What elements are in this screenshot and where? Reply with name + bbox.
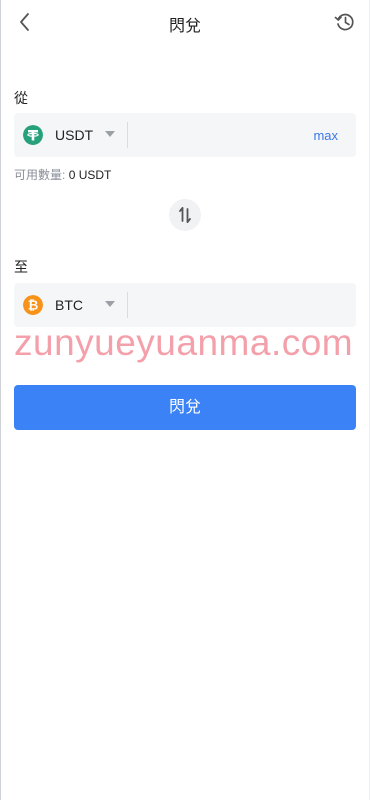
swap-direction-button[interactable] [169,199,201,231]
from-amount-input[interactable] [132,119,306,153]
header: 閃兌 [0,0,370,44]
to-label: 至 [14,259,28,275]
history-icon [334,13,354,31]
to-token-dropdown-icon[interactable] [105,301,115,307]
available-label: 可用數量: [14,168,66,182]
to-field: ₿ BTC [14,283,356,327]
usdt-icon [23,125,43,145]
svg-text:₿: ₿ [28,298,39,313]
to-amount-input[interactable] [132,289,306,323]
swap-submit-button[interactable]: 閃兌 [14,385,356,430]
btc-icon: ₿ [23,295,43,315]
from-token-name: USDT [55,127,94,143]
left-border [0,0,1,800]
from-field-divider [127,122,128,148]
to-field-divider [127,292,128,318]
to-token-name: BTC [55,297,83,313]
max-button[interactable]: max [313,128,338,143]
from-label: 從 [14,90,28,106]
watermark: zunyueyuanma.com [14,322,354,363]
from-field: USDT max [14,113,356,157]
history-button[interactable] [332,8,358,36]
swap-vertical-icon [179,207,191,223]
from-token-dropdown-icon[interactable] [105,131,115,137]
available-value: 0 USDT [68,168,112,182]
page-title: 閃兌 [168,18,201,35]
available-balance: 可用數量: 0 USDT [14,166,111,183]
